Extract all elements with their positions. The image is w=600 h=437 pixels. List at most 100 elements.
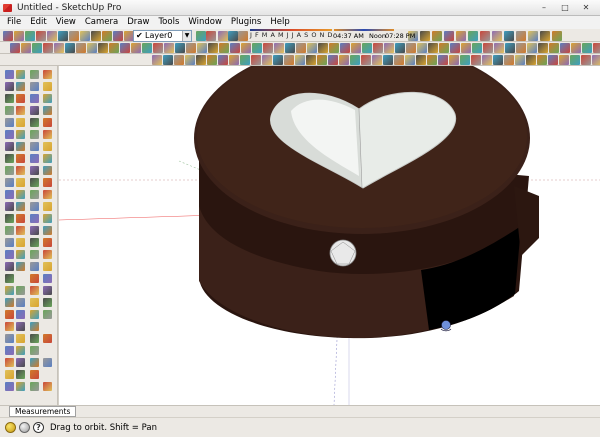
toolbar-button-icon[interactable] — [593, 43, 600, 53]
tool-button-icon[interactable] — [30, 346, 39, 355]
tool-button-icon[interactable] — [5, 202, 14, 211]
toolbar-button-icon[interactable] — [515, 55, 525, 65]
tool-button-icon[interactable] — [30, 94, 39, 103]
menu-help[interactable]: Help — [266, 16, 294, 29]
tool-button-icon[interactable] — [16, 358, 25, 367]
toolbar-button-icon[interactable] — [153, 43, 163, 53]
tool-button-icon[interactable] — [30, 286, 39, 295]
toolbar-button-icon[interactable] — [252, 43, 262, 53]
toolbar-button-icon[interactable] — [560, 43, 570, 53]
toolbar-button-icon[interactable] — [274, 43, 284, 53]
tool-button-icon[interactable] — [5, 310, 14, 319]
toolbar-button-icon[interactable] — [339, 55, 349, 65]
tool-button-icon[interactable] — [30, 118, 39, 127]
tool-button-icon[interactable] — [16, 106, 25, 115]
tool-button-icon[interactable] — [16, 370, 25, 379]
toolbar-button-icon[interactable] — [416, 55, 426, 65]
tool-button-icon[interactable] — [16, 82, 25, 91]
tool-button-icon[interactable] — [16, 346, 25, 355]
toolbar-button-icon[interactable] — [456, 31, 466, 41]
tool-button-icon[interactable] — [16, 334, 25, 343]
toolbar-button-icon[interactable] — [438, 55, 448, 65]
tool-button-icon[interactable] — [5, 286, 14, 295]
toolbar-button-icon[interactable] — [548, 55, 558, 65]
toolbar-button-icon[interactable] — [238, 31, 248, 41]
toolbar-button-icon[interactable] — [444, 31, 454, 41]
toolbar-button-icon[interactable] — [228, 31, 238, 41]
toolbar-button-icon[interactable] — [241, 43, 251, 53]
toolbar-button-icon[interactable] — [592, 55, 600, 65]
toolbar-button-icon[interactable] — [373, 43, 383, 53]
tool-button-icon[interactable] — [30, 190, 39, 199]
toolbar-button-icon[interactable] — [47, 31, 57, 41]
tool-button-icon[interactable] — [30, 382, 39, 391]
tool-button-icon[interactable] — [43, 262, 52, 271]
tool-button-icon[interactable] — [16, 118, 25, 127]
toolbar-button-icon[interactable] — [32, 43, 42, 53]
tool-button-icon[interactable] — [30, 214, 39, 223]
3d-viewport[interactable] — [59, 66, 600, 405]
tool-button-icon[interactable] — [5, 274, 14, 283]
toolbar-button-icon[interactable] — [439, 43, 449, 53]
toolbar-button-icon[interactable] — [80, 31, 90, 41]
maximize-button[interactable]: □ — [555, 2, 575, 14]
toolbar-button-icon[interactable] — [372, 55, 382, 65]
toolbar-button-icon[interactable] — [394, 55, 404, 65]
toolbar-button-icon[interactable] — [36, 31, 46, 41]
tool-button-icon[interactable] — [16, 382, 25, 391]
toolbar-button-icon[interactable] — [581, 55, 591, 65]
tool-button-icon[interactable] — [30, 166, 39, 175]
toolbar-button-icon[interactable] — [384, 43, 394, 53]
toolbar-button-icon[interactable] — [263, 43, 273, 53]
toolbar-button-icon[interactable] — [229, 55, 239, 65]
tool-button-icon[interactable] — [5, 238, 14, 247]
layer-dropdown[interactable]: ✔ Layer0 ▼ — [133, 30, 192, 42]
tool-button-icon[interactable] — [5, 70, 14, 79]
toolbar-button-icon[interactable] — [21, 43, 31, 53]
menu-tools[interactable]: Tools — [154, 16, 184, 29]
tool-button-icon[interactable] — [43, 178, 52, 187]
toolbar-button-icon[interactable] — [480, 31, 490, 41]
toolbar-button-icon[interactable] — [76, 43, 86, 53]
tool-button-icon[interactable] — [30, 202, 39, 211]
toolbar-button-icon[interactable] — [468, 31, 478, 41]
toolbar-button-icon[interactable] — [362, 43, 372, 53]
toolbar-button-icon[interactable] — [163, 55, 173, 65]
toolbar-button-icon[interactable] — [516, 43, 526, 53]
toolbar-button-icon[interactable] — [208, 43, 218, 53]
toolbar-button-icon[interactable] — [262, 55, 272, 65]
tool-button-icon[interactable] — [5, 94, 14, 103]
tool-button-icon[interactable] — [16, 310, 25, 319]
toolbar-button-icon[interactable] — [538, 43, 548, 53]
tool-button-icon[interactable] — [16, 190, 25, 199]
toolbar-button-icon[interactable] — [361, 55, 371, 65]
tool-button-icon[interactable] — [5, 154, 14, 163]
tool-button-icon[interactable] — [30, 154, 39, 163]
tool-button-icon[interactable] — [30, 130, 39, 139]
toolbar-button-icon[interactable] — [219, 43, 229, 53]
toolbar-button-icon[interactable] — [494, 43, 504, 53]
geo-location-icon[interactable] — [5, 422, 16, 433]
toolbar-button-icon[interactable] — [175, 43, 185, 53]
tool-button-icon[interactable] — [5, 250, 14, 259]
tool-button-icon[interactable] — [5, 298, 14, 307]
toolbar-button-icon[interactable] — [218, 55, 228, 65]
tool-button-icon[interactable] — [16, 298, 25, 307]
menu-file[interactable]: File — [3, 16, 26, 29]
tool-button-icon[interactable] — [43, 130, 52, 139]
chevron-down-icon[interactable]: ▼ — [182, 31, 191, 41]
tool-button-icon[interactable] — [30, 70, 39, 79]
toolbar-button-icon[interactable] — [461, 43, 471, 53]
toolbar-button-icon[interactable] — [296, 43, 306, 53]
credits-icon[interactable] — [19, 422, 30, 433]
minimize-button[interactable]: – — [534, 2, 554, 14]
tool-button-icon[interactable] — [16, 238, 25, 247]
tool-button-icon[interactable] — [43, 106, 52, 115]
toolbar-button-icon[interactable] — [307, 43, 317, 53]
tool-button-icon[interactable] — [16, 226, 25, 235]
toolbar-button-icon[interactable] — [504, 31, 514, 41]
tool-button-icon[interactable] — [5, 262, 14, 271]
tool-button-icon[interactable] — [30, 82, 39, 91]
toolbar-button-icon[interactable] — [328, 55, 338, 65]
tool-button-icon[interactable] — [30, 226, 39, 235]
